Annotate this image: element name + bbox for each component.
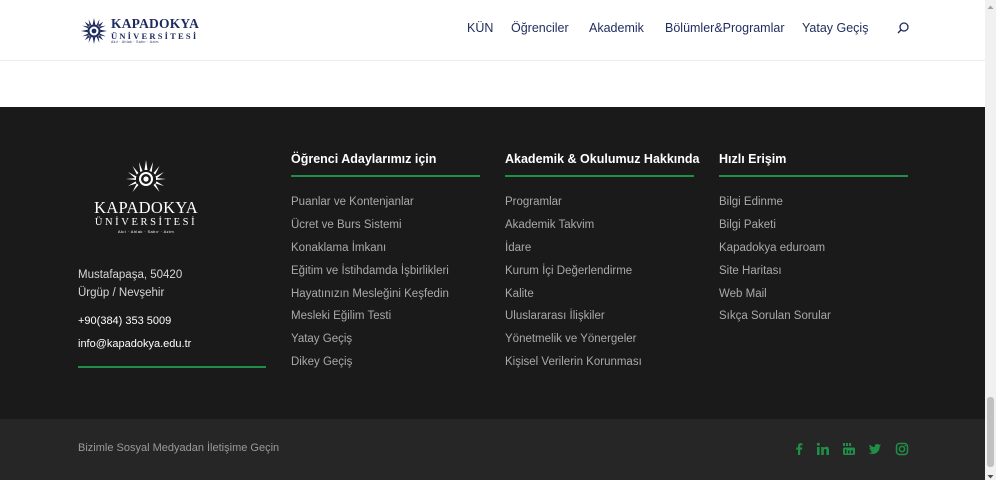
footer-link-egilim-testi[interactable]: Mesleki Eğilim Testi (291, 309, 449, 332)
footer-link-ucret-burs[interactable]: Ücret ve Burs Sistemi (291, 218, 449, 241)
footer-link-akademik-takvim[interactable]: Akademik Takvim (505, 218, 642, 241)
col-title-akademik: Akademik & Okulumuz Hakkında (505, 152, 700, 166)
footer-link-bilgi-edinme[interactable]: Bilgi Edinme (719, 195, 831, 218)
youtube-icon (843, 443, 855, 455)
col-list-hizli-erisim: Bilgi Edinme Bilgi Paketi Kapadokya edur… (719, 195, 831, 332)
col-2-divider (505, 175, 694, 177)
page-scrollbar[interactable] (985, 0, 996, 480)
contact-divider (78, 366, 266, 368)
social-facebook-link[interactable] (792, 442, 806, 456)
footer-link-konaklama[interactable]: Konaklama İmkanı (291, 241, 449, 264)
footer-link-idare[interactable]: İdare (505, 241, 642, 264)
footer-link-dikey-gecis[interactable]: Dikey Geçiş (291, 355, 449, 378)
footer-link-isbirlikleri[interactable]: Eğitim ve İstihdamda İşbirlikleri (291, 264, 449, 287)
col-title-ogrenci-adaylari: Öğrenci Adaylarımız için (291, 152, 437, 166)
twitter-icon (868, 444, 881, 454)
col-1-divider (291, 175, 480, 177)
footer-email[interactable]: info@kapadokya.edu.tr (78, 338, 191, 350)
footer-link-programlar[interactable]: Programlar (505, 195, 642, 218)
search-button[interactable] (896, 21, 910, 35)
address-line-2: Ürgüp / Nevşehir (78, 287, 165, 299)
footer-link-sss[interactable]: Sıkça Sorulan Sorular (719, 309, 831, 332)
logo-motto: Akıl · Ahlak · Sabır · Azim (111, 40, 159, 45)
footer-logo-line-1: KAPADOKYA (94, 198, 198, 217)
footer-link-kurum-ici[interactable]: Kurum İçi Değerlendirme (505, 264, 642, 287)
col-title-hizli-erisim: Hızlı Erişim (719, 152, 787, 166)
social-youtube-link[interactable] (842, 442, 856, 456)
linkedin-icon (816, 442, 829, 455)
scroll-down-arrow[interactable] (985, 469, 996, 480)
footer-logo-emblem-icon (126, 160, 166, 192)
nav-item-kun[interactable]: KÜN (467, 21, 493, 35)
footer-logo-line-2: ÜNİVERSİTESİ (94, 216, 198, 228)
logo-line-2: ÜNİVERSİTESİ (111, 30, 199, 41)
scroll-up-arrow-icon (987, 5, 994, 9)
nav-item-akademik[interactable]: Akademik (589, 21, 644, 35)
instagram-icon (895, 442, 909, 456)
footer-phone[interactable]: +90(384) 353 5009 (78, 315, 171, 327)
footer-link-site-haritasi[interactable]: Site Haritası (719, 264, 831, 287)
col-list-akademik: Programlar Akademik Takvim İdare Kurum İ… (505, 195, 642, 378)
scroll-up-arrow[interactable] (985, 0, 996, 11)
social-twitter-link[interactable] (868, 442, 882, 456)
logo-emblem-icon (81, 18, 107, 44)
search-icon (897, 22, 909, 34)
logo-line-1: KAPADOKYA (111, 16, 200, 32)
footer-link-kalite[interactable]: Kalite (505, 287, 642, 310)
footer-link-web-mail[interactable]: Web Mail (719, 287, 831, 310)
footer-link-eduroam[interactable]: Kapadokya eduroam (719, 241, 831, 264)
scrollbar-thumb[interactable] (987, 397, 994, 467)
site-footer: KAPADOKYA ÜNİVERSİTESİ Akıl · Ahlak · Sa… (0, 107, 985, 419)
facebook-icon (796, 443, 803, 455)
footer-link-uluslararasi[interactable]: Uluslararası İlişkiler (505, 309, 642, 332)
site-logo[interactable]: KAPADOKYA ÜNİVERSİTESİ Akıl · Ahlak · Sa… (80, 17, 199, 45)
logo-wordmark: KAPADOKYA ÜNİVERSİTESİ Akıl · Ahlak · Sa… (111, 17, 199, 45)
col-list-ogrenci-adaylari: Puanlar ve Kontenjanlar Ücret ve Burs Si… (291, 195, 449, 378)
footer-logo[interactable]: KAPADOKYA ÜNİVERSİTESİ Akıl · Ahlak · Sa… (94, 159, 198, 234)
footer-link-yonetmelik[interactable]: Yönetmelik ve Yönergeler (505, 332, 642, 355)
social-linkedin-link[interactable] (816, 442, 830, 456)
scroll-down-arrow-icon (987, 475, 994, 479)
site-header: KAPADOKYA ÜNİVERSİTESİ Akıl · Ahlak · Sa… (0, 0, 985, 61)
footer-link-puanlar[interactable]: Puanlar ve Kontenjanlar (291, 195, 449, 218)
nav-item-yatay-gecis[interactable]: Yatay Geçiş (802, 21, 868, 35)
footer-logo-motto: Akıl · Ahlak · Sabır · Azim (117, 229, 175, 234)
footer-address: Mustafapaşa, 50420 Ürgüp / Nevşehir (78, 266, 182, 302)
footer-link-meslek-kesfet[interactable]: Hayatınızın Mesleğini Keşfedin (291, 287, 449, 310)
footer-link-yatay-gecis[interactable]: Yatay Geçiş (291, 332, 449, 355)
social-instagram-link[interactable] (895, 442, 909, 456)
col-3-divider (719, 175, 908, 177)
footer-link-kvkk[interactable]: Kişisel Verilerin Korunması (505, 355, 642, 378)
footer-bottom-bar: Bizimle Sosyal Medyadan İletişime Geçin (0, 419, 985, 480)
address-line-1: Mustafapaşa, 50420 (78, 269, 183, 281)
social-media-text: Bizimle Sosyal Medyadan İletişime Geçin (78, 442, 280, 454)
footer-link-bilgi-paketi[interactable]: Bilgi Paketi (719, 218, 831, 241)
nav-item-bolumler-programlar[interactable]: Bölümler&Programlar (665, 21, 784, 35)
content-gap (0, 61, 985, 107)
nav-item-ogrenciler[interactable]: Öğrenciler (511, 21, 569, 35)
